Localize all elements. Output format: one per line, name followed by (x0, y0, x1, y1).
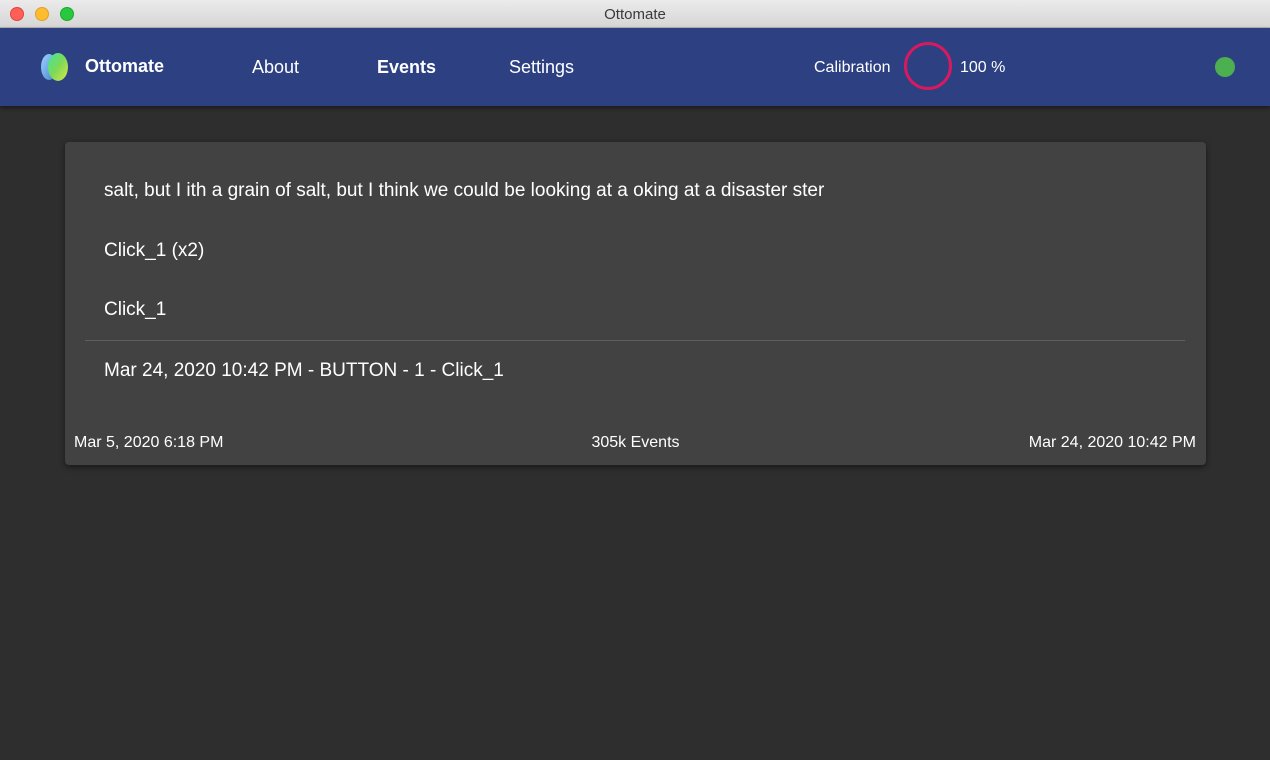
event-text-line: Click_1 (x2) (104, 240, 205, 261)
nav-events[interactable]: Events (377, 57, 436, 78)
latest-event: Mar 24, 2020 10:42 PM - BUTTON - 1 - Cli… (104, 360, 504, 381)
nav-settings[interactable]: Settings (509, 57, 574, 78)
calibration-value: 100 % (960, 59, 1006, 76)
event-text-line: Click_1 (104, 299, 167, 320)
range-end-date: Mar 24, 2020 10:42 PM (1028, 434, 1196, 451)
card-divider (85, 340, 1185, 341)
top-navbar: Ottomate About Events Settings Calibrati… (0, 28, 1270, 106)
brand-name[interactable]: Ottomate (85, 56, 164, 77)
events-card: salt, but I ith a grain of salt, but I t… (65, 142, 1206, 465)
connection-status-dot (1215, 57, 1235, 77)
calibration-ring-indicator[interactable] (904, 42, 952, 90)
window-titlebar: Ottomate (0, 0, 1270, 28)
calibration-label: Calibration (814, 59, 891, 76)
event-text-line: salt, but I ith a grain of salt, but I t… (104, 180, 825, 201)
nav-about[interactable]: About (252, 57, 299, 78)
window-title: Ottomate (604, 6, 666, 23)
ottomate-logo-icon (41, 53, 68, 81)
